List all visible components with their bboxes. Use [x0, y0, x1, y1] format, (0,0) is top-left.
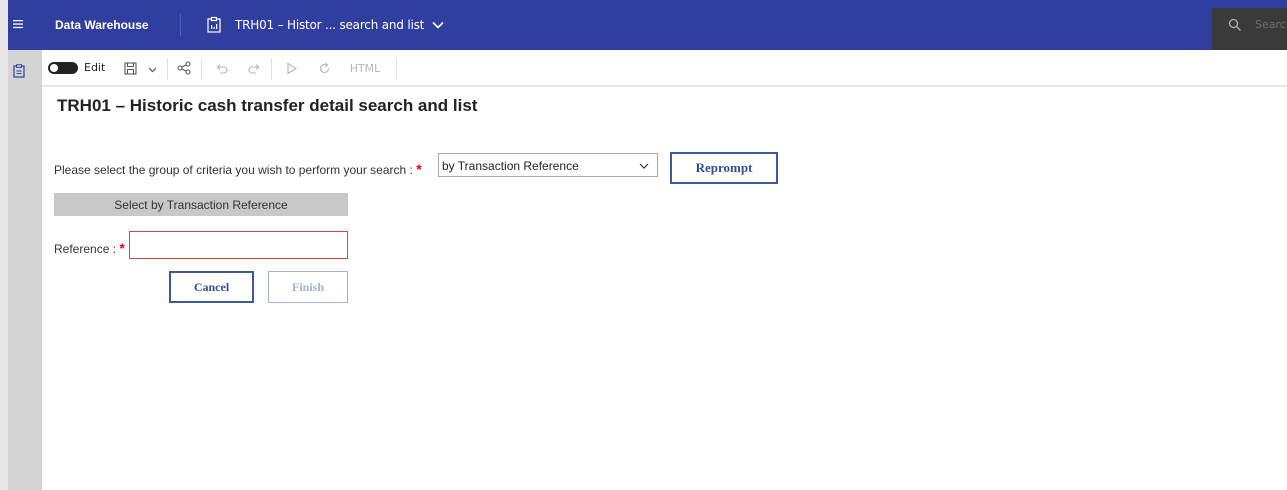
report-list-icon[interactable] [13, 64, 25, 78]
refresh-icon[interactable] [318, 62, 331, 75]
required-asterisk: * [119, 240, 125, 256]
cancel-button[interactable]: Cancel [169, 271, 254, 303]
top-bar [0, 0, 1287, 50]
report-icon [207, 16, 221, 33]
section-header: Select by Transaction Reference [54, 193, 348, 216]
redo-icon[interactable] [248, 62, 261, 75]
search-input[interactable]: Search [1255, 18, 1287, 31]
share-icon[interactable] [177, 61, 191, 75]
top-bar-edge [0, 0, 8, 50]
criteria-prompt: Please select the group of criteria you … [54, 161, 422, 177]
save-dropdown-chevron-icon[interactable] [148, 65, 157, 74]
save-icon[interactable] [124, 62, 137, 75]
toggle-knob [50, 64, 58, 72]
finish-button[interactable]: Finish [268, 271, 348, 303]
edit-toggle[interactable] [48, 62, 78, 74]
undo-icon[interactable] [215, 62, 228, 75]
toolbar [42, 50, 1287, 86]
reference-input[interactable] [129, 231, 348, 259]
criteria-select[interactable]: by Transaction Reference [438, 153, 658, 177]
reference-prompt: Reference : * [54, 240, 125, 256]
edit-label: Edit [84, 61, 106, 74]
toolbar-separator [201, 58, 202, 80]
toolbar-separator [396, 58, 397, 80]
criteria-label: Please select the group of criteria you … [54, 163, 413, 177]
reference-label: Reference : [54, 242, 117, 256]
page-title: TRH01 – Historic cash transfer detail se… [57, 96, 478, 115]
left-rail [8, 50, 42, 490]
search-icon[interactable] [1228, 18, 1242, 32]
header-divider [180, 14, 181, 36]
html-output-label[interactable]: HTML [345, 50, 385, 86]
report-tab-title[interactable]: TRH01 – Histor ... search and list [235, 18, 424, 32]
criteria-select-value: by Transaction Reference [442, 159, 579, 173]
app-name[interactable]: Data Warehouse [55, 18, 149, 32]
chevron-down-icon [639, 163, 649, 169]
required-asterisk: * [416, 161, 422, 177]
run-icon[interactable] [286, 62, 298, 75]
toolbar-separator [271, 58, 272, 80]
reprompt-button[interactable]: Reprompt [670, 152, 778, 184]
toolbar-separator [167, 58, 168, 80]
chevron-down-icon[interactable] [431, 18, 445, 32]
hamburger-menu-icon[interactable] [10, 16, 26, 32]
